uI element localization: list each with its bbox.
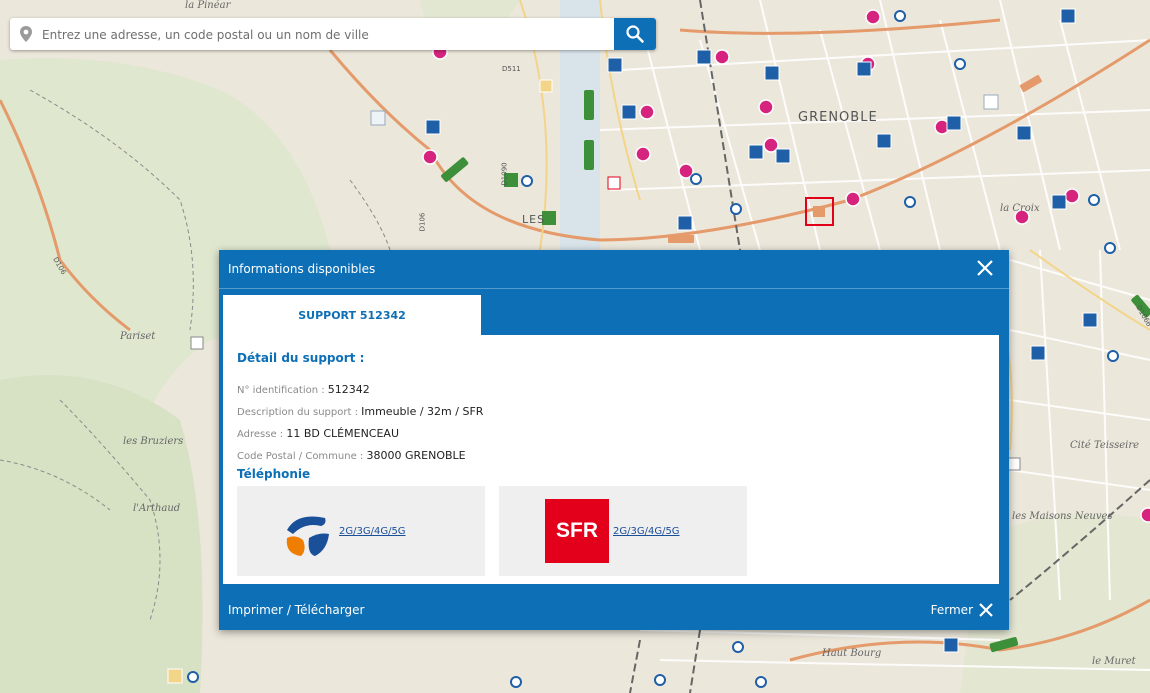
close-icon[interactable] [975, 258, 995, 278]
search-icon [626, 25, 644, 43]
tab-support[interactable]: SUPPORT 512342 [223, 295, 481, 335]
map-label-city: GRENOBLE [798, 110, 878, 125]
detail-label: Description du support : [237, 407, 362, 418]
search-input[interactable] [40, 22, 614, 48]
close-icon [979, 603, 993, 617]
map-label-arthaud: l'Arthaud [133, 503, 181, 514]
detail-value: 512342 [327, 383, 370, 396]
bouygues-tech-link[interactable]: 2G/3G/4G/5G [339, 526, 406, 537]
modal-body: Détail du support : N° identification : … [223, 335, 999, 584]
map-label-maisons-neuves: les Maisons Neuves [1012, 511, 1113, 522]
section-title: Détail du support : [237, 351, 365, 365]
detail-row-description: Description du support : Immeuble / 32m … [237, 405, 483, 418]
detail-value: 11 BD CLÉMENCEAU [286, 427, 400, 440]
telephonie-title: Téléphonie [237, 467, 311, 481]
operator-card-bouygues: 2G/3G/4G/5G [237, 486, 485, 576]
bouygues-logo-icon [286, 516, 329, 556]
print-download-button[interactable]: Imprimer / Télécharger [228, 603, 364, 617]
modal-footer: Imprimer / Télécharger Fermer [219, 592, 1009, 630]
location-pin-icon [20, 26, 32, 42]
sfr-logo-icon: SFR [545, 499, 609, 563]
detail-row-identification: N° identification : 512342 [237, 383, 370, 396]
road-label-d1090: D1090 [500, 162, 509, 186]
modal-header: Informations disponibles [219, 250, 1009, 288]
map-label-bruziers: les Bruziers [123, 436, 184, 447]
operator-card-sfr: SFR 2G/3G/4G/5G [499, 486, 747, 576]
road-label-d106: D106 [418, 212, 427, 232]
detail-row-code-postal: Code Postal / Commune : 38000 GRENOBLE [237, 449, 466, 462]
detail-value: Immeuble / 32m / SFR [361, 405, 484, 418]
detail-value: 38000 GRENOBLE [366, 449, 466, 462]
info-modal: Informations disponibles SUPPORT 512342 … [219, 250, 1009, 630]
fermer-button[interactable]: Fermer [931, 601, 995, 619]
sfr-tech-link[interactable]: 2G/3G/4G/5G [613, 526, 680, 537]
detail-label: Code Postal / Commune : [237, 451, 367, 462]
fermer-label: Fermer [930, 603, 973, 617]
map-label-la-croix: la Croix [1000, 203, 1040, 214]
road-label-d511: D511 [502, 65, 521, 73]
search-button[interactable] [614, 18, 656, 50]
search-box [10, 18, 656, 50]
map-label-la-pinear: la Pinéar [185, 0, 231, 11]
map-label-pariset: Pariset [120, 331, 156, 342]
modal-divider [219, 288, 1009, 289]
map-label-le-muret: le Muret [1092, 656, 1136, 667]
detail-label: Adresse : [237, 429, 287, 440]
detail-row-adresse: Adresse : 11 BD CLÉMENCEAU [237, 427, 399, 440]
modal-title: Informations disponibles [228, 262, 376, 276]
map-label-haut-bourg: Haut Bourg [822, 648, 882, 659]
map-label-cite-teisseire: Cité Teisseire [1070, 440, 1140, 451]
detail-label: N° identification : [237, 385, 328, 396]
map-label-district: LES [522, 213, 546, 226]
